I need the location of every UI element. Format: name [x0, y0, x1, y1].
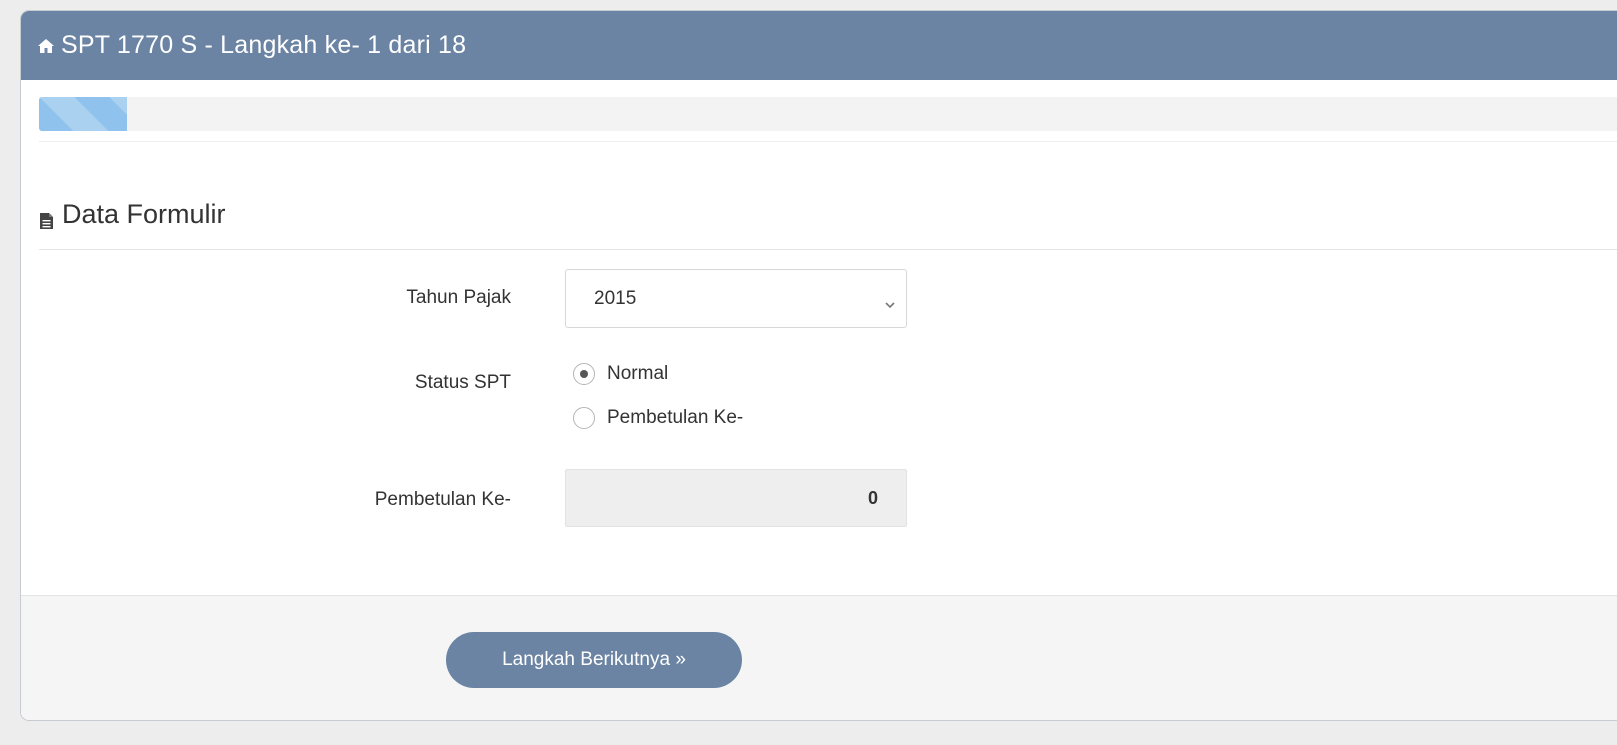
panel-header: SPT 1770 S - Langkah ke- 1 dari 18 [21, 11, 1617, 80]
next-step-button[interactable]: Langkah Berikutnya » [446, 632, 742, 688]
radio-normal-label: Normal [607, 363, 669, 384]
pembetulan-ke-value: 0 [867, 487, 878, 508]
radio-pembetulan-label: Pembetulan Ke- [607, 407, 744, 428]
page-title: SPT 1770 S - Langkah ke- 1 dari 18 [61, 31, 467, 59]
status-option-normal[interactable]: Normal [573, 363, 668, 385]
section-heading: Data Formulir [39, 199, 226, 230]
status-option-pembetulan[interactable]: Pembetulan Ke- [573, 407, 743, 429]
radio-normal[interactable] [573, 363, 595, 385]
home-icon [37, 37, 55, 55]
divider [39, 141, 1617, 142]
divider [39, 249, 1617, 250]
status-spt-label: Status SPT [414, 372, 511, 393]
tahun-pajak-value: 2015 [594, 287, 637, 309]
section-title: Data Formulir [62, 199, 226, 229]
document-icon [39, 206, 54, 229]
progress-fill [39, 97, 128, 131]
pembetulan-ke-field: 0 [565, 469, 907, 527]
radio-pembetulan[interactable] [573, 407, 595, 429]
wizard-progress-bar [39, 97, 1617, 131]
tahun-pajak-select[interactable]: 2015 [565, 269, 907, 328]
panel-footer: Langkah Berikutnya » [21, 595, 1617, 720]
chevron-down-icon [884, 294, 896, 309]
spt-wizard-panel: SPT 1770 S - Langkah ke- 1 dari 18 Data … [20, 10, 1617, 721]
pembetulan-ke-label: Pembetulan Ke- [374, 489, 511, 510]
tahun-pajak-label: Tahun Pajak [406, 287, 511, 308]
